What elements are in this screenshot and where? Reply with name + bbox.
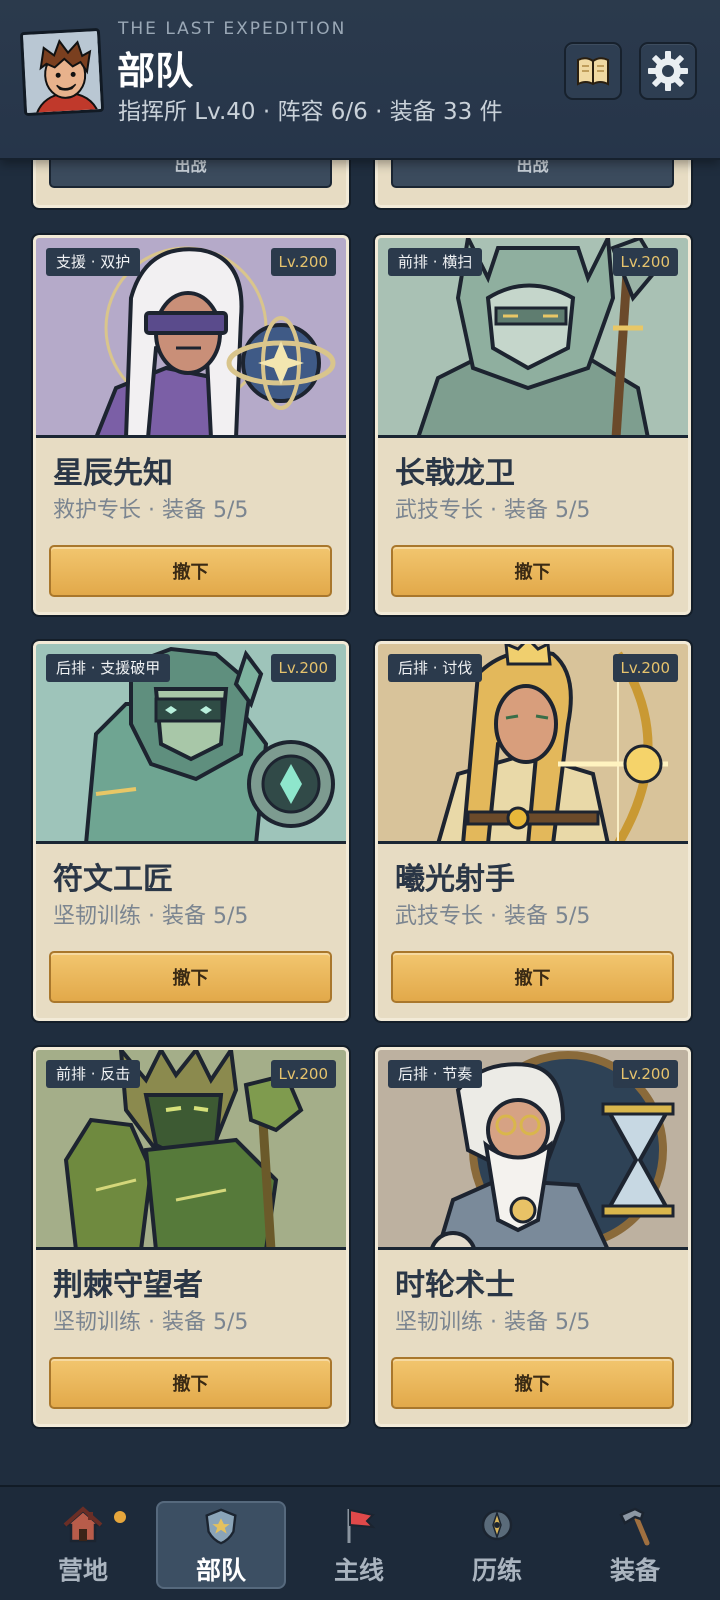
hero-card[interactable]: 后排 · 节奏 Lv.200 时轮术士 坚韧训练 · 装备 5/5 撤下 <box>373 1045 693 1429</box>
hero-name: 星辰先知 <box>53 456 173 491</box>
hero-meta: 武技专长 · 装备 5/5 <box>395 498 591 523</box>
hero-card[interactable]: 支援 · 双护 Lv.200 星辰先知 救护专长 · 装备 5/5 撤下 <box>31 233 351 617</box>
hero-name: 符文工匠 <box>53 862 173 897</box>
nav-label: 主线 <box>333 1556 384 1585</box>
nav-camp[interactable]: 营地 <box>18 1501 148 1589</box>
nav-squad[interactable]: 部队 <box>156 1501 286 1589</box>
hero-meta: 坚韧训练 · 装备 5/5 <box>53 904 249 929</box>
book-icon <box>577 57 609 86</box>
hero-meta: 武技专长 · 装备 5/5 <box>395 904 591 929</box>
hero-role-tag: 前排 · 反击 <box>46 1060 141 1088</box>
nav-label: 部队 <box>195 1556 246 1585</box>
codex-button[interactable] <box>564 42 622 100</box>
gear-icon <box>648 51 688 91</box>
remove-button[interactable]: 撤下 <box>391 1357 674 1409</box>
hero-card[interactable]: 后排 · 讨伐 Lv.200 曦光射手 武技专长 · 装备 5/5 撤下 <box>373 639 693 1023</box>
squad-list[interactable]: 出战 出战 支援 · 双护 Lv.200 星辰先知 救护专长 · 装备 5/5 … <box>0 160 720 1485</box>
notification-dot <box>114 1511 126 1523</box>
hero-meta: 救护专长 · 装备 5/5 <box>53 498 249 523</box>
hero-level-badge: Lv.200 <box>270 654 336 682</box>
nav-label: 营地 <box>57 1556 108 1585</box>
hero-name: 时轮术士 <box>395 1268 515 1303</box>
game-title: THE LAST EXPEDITION <box>118 19 347 39</box>
hero-card[interactable]: 前排 · 横扫 Lv.200 长戟龙卫 武技专长 · 装备 5/5 撤下 <box>373 233 693 617</box>
remove-button[interactable]: 撤下 <box>49 951 332 1003</box>
player-avatar[interactable] <box>19 27 105 117</box>
squad-summary: 指挥所 Lv.40 · 阵容 6/6 · 装备 33 件 <box>118 99 503 125</box>
hero-name: 长戟龙卫 <box>395 456 515 491</box>
page-title: 部队 <box>117 49 194 93</box>
settings-button[interactable] <box>639 42 697 100</box>
nav-training[interactable]: 历练 <box>432 1501 562 1589</box>
hero-card-partial: 出战 <box>373 160 693 210</box>
nav-equipment[interactable]: 装备 <box>570 1501 700 1589</box>
remove-button[interactable]: 撤下 <box>391 545 674 597</box>
top-bar: THE LAST EXPEDITION 部队 指挥所 Lv.40 · 阵容 6/… <box>0 0 720 160</box>
hero-role-tag: 后排 · 节奏 <box>388 1060 483 1088</box>
flag-icon <box>347 1508 376 1543</box>
deploy-button[interactable]: 出战 <box>49 160 332 188</box>
hero-role-tag: 后排 · 讨伐 <box>388 654 483 682</box>
nav-label: 历练 <box>471 1556 522 1585</box>
remove-button[interactable]: 撤下 <box>49 1357 332 1409</box>
hero-name: 曦光射手 <box>395 862 515 897</box>
hero-card-partial: 出战 <box>31 160 351 210</box>
hero-name: 荆棘守望者 <box>53 1268 203 1303</box>
deploy-button[interactable]: 出战 <box>391 160 674 188</box>
hammer-icon <box>619 1507 650 1546</box>
hero-card[interactable]: 后排 · 支援破甲 Lv.200 符文工匠 坚韧训练 · 装备 5/5 撤下 <box>31 639 351 1023</box>
house-icon <box>63 1506 103 1543</box>
hero-meta: 坚韧训练 · 装备 5/5 <box>53 1310 249 1335</box>
hero-meta: 坚韧训练 · 装备 5/5 <box>395 1310 591 1335</box>
compass-icon <box>481 1509 513 1541</box>
hero-level-badge: Lv.200 <box>270 248 336 276</box>
hero-role-tag: 支援 · 双护 <box>46 248 141 276</box>
remove-button[interactable]: 撤下 <box>391 951 674 1003</box>
hero-level-badge: Lv.200 <box>612 1060 678 1088</box>
hero-role-tag: 前排 · 横扫 <box>388 248 483 276</box>
bottom-nav: 营地 部队 主线 历练 装备 <box>0 1485 720 1600</box>
hero-card[interactable]: 前排 · 反击 Lv.200 荆棘守望者 坚韧训练 · 装备 5/5 撤下 <box>31 1045 351 1429</box>
shield-icon <box>205 1508 237 1545</box>
remove-button[interactable]: 撤下 <box>49 545 332 597</box>
nav-label: 装备 <box>609 1556 660 1585</box>
hero-level-badge: Lv.200 <box>612 654 678 682</box>
hero-role-tag: 后排 · 支援破甲 <box>46 654 171 682</box>
nav-main-quest[interactable]: 主线 <box>294 1501 424 1589</box>
hero-level-badge: Lv.200 <box>612 248 678 276</box>
hero-level-badge: Lv.200 <box>270 1060 336 1088</box>
